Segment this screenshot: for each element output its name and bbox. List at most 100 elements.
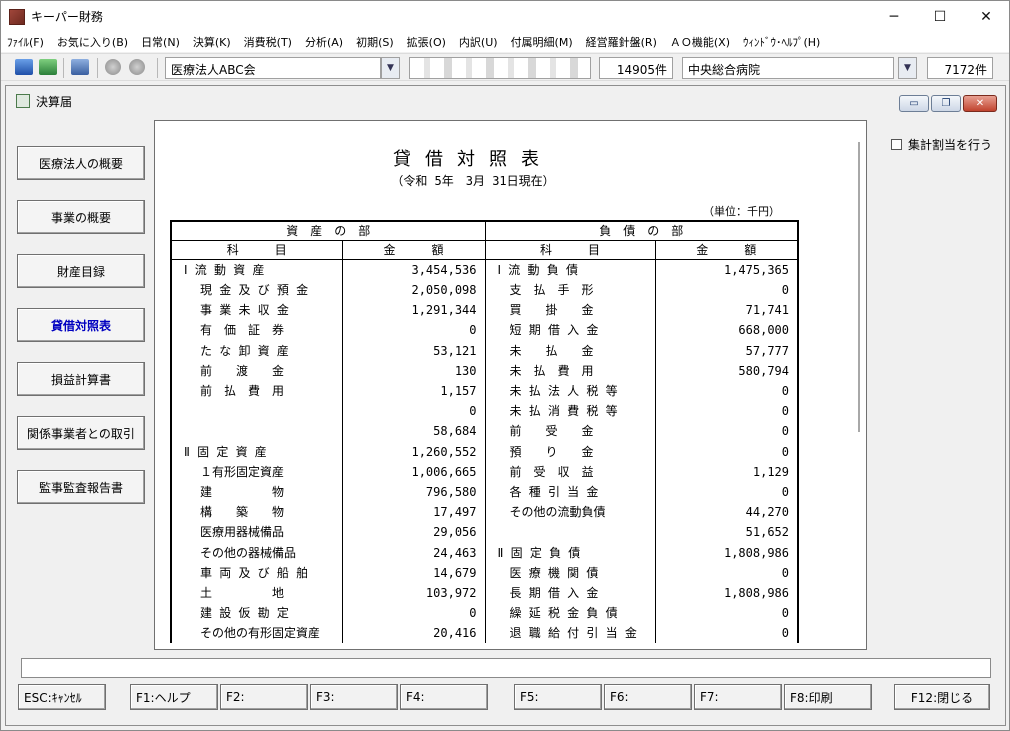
search-next-icon[interactable] bbox=[129, 59, 145, 75]
f2-button[interactable]: F2: bbox=[220, 684, 308, 710]
table-row: 構 築 物 17,497 その他の流動負債 44,270 bbox=[170, 502, 799, 523]
liability-item-cell: 未 払 費 用 bbox=[484, 360, 655, 381]
menu-favorites[interactable]: お気に入り(B) bbox=[57, 34, 128, 50]
menu-window-help[interactable]: ｳｨﾝﾄﾞｳ･ﾍﾙﾌﾟ(H) bbox=[743, 34, 820, 50]
menu-closing[interactable]: 決算(K) bbox=[193, 34, 231, 50]
aggregate-label: 集計割当を行う bbox=[908, 138, 993, 152]
menu-file[interactable]: ﾌｧｲﾙ(F) bbox=[7, 34, 44, 50]
chart-icon[interactable] bbox=[71, 59, 89, 75]
col-asset-item: 科 目 bbox=[170, 240, 343, 260]
asset-amount-cell: 796,580 bbox=[341, 481, 485, 503]
hospital-select[interactable]: 中央総合病院 bbox=[682, 57, 894, 79]
mdi-window-kessan-todoke: 決算届 ▭ ❐ ✕ 医療法人の概要 事業の概要 財産目録 貸借対照表 損益計算書… bbox=[5, 85, 1006, 726]
asset-amount-cell: 24,463 bbox=[341, 542, 485, 563]
liability-item-cell: 前 受 収 益 bbox=[484, 461, 655, 482]
asset-amount-cell: 1,006,665 bbox=[341, 461, 485, 482]
liability-amount-cell: 0 bbox=[654, 421, 799, 442]
asset-amount-cell: 29,056 bbox=[341, 522, 485, 543]
mdi-minimize-button[interactable]: ▭ bbox=[899, 95, 929, 112]
f6-button[interactable]: F6: bbox=[604, 684, 692, 710]
asset-amount-cell: 17,497 bbox=[341, 502, 485, 523]
menu-extension[interactable]: 拡張(O) bbox=[407, 34, 446, 50]
refresh-icon[interactable] bbox=[39, 59, 57, 75]
asset-amount-cell: 103,972 bbox=[341, 582, 485, 603]
menu-analysis[interactable]: 分析(A) bbox=[305, 34, 343, 50]
table-row: 前 払 費 用 1,157 未 払 法 人 税 等0 bbox=[170, 380, 799, 402]
asset-item-cell: その他の器械備品 bbox=[170, 542, 342, 563]
asset-amount-cell: 1,291,344 bbox=[341, 300, 485, 321]
esc-cancel-button[interactable]: ESC:ｷｬﾝｾﾙ bbox=[18, 684, 106, 710]
menu-appendix[interactable]: 付属明細(M) bbox=[511, 34, 573, 50]
mdi-close-button[interactable]: ✕ bbox=[963, 95, 997, 112]
asset-item-cell bbox=[170, 401, 342, 422]
menu-bar: ﾌｧｲﾙ(F) お気に入り(B) 日常(N) 決算(K) 消費税(T) 分析(A… bbox=[1, 32, 1009, 52]
menu-breakdown[interactable]: 内訳(U) bbox=[459, 34, 498, 50]
liability-item-cell: 短 期 借 入 金 bbox=[484, 320, 655, 341]
table-row: 建 設 仮 勘 定0繰 延 税 金 負 債0 bbox=[170, 603, 799, 624]
nav-property-inventory[interactable]: 財産目録 bbox=[17, 254, 145, 288]
close-button[interactable]: ✕ bbox=[963, 1, 1009, 32]
nav-income-statement[interactable]: 損益計算書 bbox=[17, 362, 145, 396]
table-row: 事 業 未 収 金 1,291,344 買 掛 金 71,741 bbox=[170, 300, 799, 321]
search-icon[interactable] bbox=[105, 59, 121, 75]
nav-business-overview[interactable]: 事業の概要 bbox=[17, 200, 145, 234]
asset-item-cell: 事 業 未 収 金 bbox=[170, 300, 342, 321]
status-input[interactable] bbox=[21, 658, 991, 678]
menu-daily[interactable]: 日常(N) bbox=[141, 34, 180, 50]
asset-item-cell: １有形固定資産 bbox=[170, 461, 342, 482]
f1-help-button[interactable]: F1:ヘルプ bbox=[130, 684, 218, 710]
asset-item-cell: その他の有形固定資産 bbox=[170, 623, 342, 644]
table-row: 建 物 796,580 各 種 引 当 金0 bbox=[170, 481, 799, 503]
asset-amount-cell: 53,121 bbox=[341, 340, 485, 361]
nav-balance-sheet[interactable]: 貸借対照表 bbox=[17, 308, 145, 342]
table-row: 医療用器械備品 29,056 51,652 bbox=[170, 522, 799, 543]
liability-amount-cell: 0 bbox=[654, 280, 799, 301]
corporation-select[interactable]: 医療法人ABC会 bbox=[165, 57, 381, 79]
f3-button[interactable]: F3: bbox=[310, 684, 398, 710]
asset-item-cell: 現 金 及 び 預 金 bbox=[170, 280, 342, 301]
scrollbar[interactable] bbox=[858, 142, 860, 432]
nav-audit-report[interactable]: 監事監査報告書 bbox=[17, 470, 145, 504]
menu-compass[interactable]: 経営羅針盤(R) bbox=[586, 34, 657, 50]
hospital-count: 7172件 bbox=[927, 57, 993, 79]
liability-item-cell: Ⅱ 固 定 負 債 bbox=[484, 542, 655, 563]
nav-corporation-overview[interactable]: 医療法人の概要 bbox=[17, 146, 145, 180]
minimize-button[interactable]: ─ bbox=[871, 1, 917, 32]
database-icon[interactable] bbox=[15, 59, 33, 75]
report-date: （令和 5年 3月 31日現在） bbox=[391, 174, 555, 188]
asset-item-cell: 建 物 bbox=[170, 481, 342, 503]
liability-amount-cell: 71,741 bbox=[654, 300, 799, 321]
col-liability-item: 科 目 bbox=[484, 240, 656, 260]
menu-ao[interactable]: ＡＯ機能(X) bbox=[670, 34, 730, 50]
nav-related-transactions[interactable]: 関係事業者との取引 bbox=[17, 416, 145, 450]
menu-consumption-tax[interactable]: 消費税(T) bbox=[244, 34, 292, 50]
maximize-button[interactable]: ☐ bbox=[917, 1, 963, 32]
f8-print-button[interactable]: F8:印刷 bbox=[784, 684, 872, 710]
liability-item-cell: 医 療 機 関 債 bbox=[484, 562, 655, 583]
chevron-down-icon[interactable]: ▼ bbox=[898, 57, 917, 79]
table-row: Ⅰ 流 動 資 産 3,454,536 Ⅰ 流 動 負 債 1,475,365 bbox=[170, 259, 799, 280]
f5-button[interactable]: F5: bbox=[514, 684, 602, 710]
mdi-title: 決算届 bbox=[36, 94, 73, 109]
app-title: キーパー財務 bbox=[31, 10, 103, 24]
f4-button[interactable]: F4: bbox=[400, 684, 488, 710]
liability-amount-cell: 0 bbox=[654, 623, 799, 644]
liability-amount-cell: 0 bbox=[654, 562, 799, 583]
asset-amount-cell: 0 bbox=[341, 401, 485, 422]
table-row: Ⅱ 固 定 資 産 1,260,552 預 り 金0 bbox=[170, 441, 799, 462]
chevron-down-icon[interactable]: ▼ bbox=[381, 57, 400, 79]
f12-close-button[interactable]: F12:閉じる bbox=[894, 684, 990, 710]
asset-item-cell: 構 築 物 bbox=[170, 502, 342, 523]
report-preview: 貸借対照表 （令和 5年 3月 31日現在） （単位：千円） 資 産 の 部 負… bbox=[154, 120, 867, 650]
menu-initial[interactable]: 初期(S) bbox=[356, 34, 394, 50]
aggregate-checkbox[interactable]: 集計割当を行う bbox=[891, 136, 992, 153]
liability-amount-cell: 51,652 bbox=[654, 522, 799, 543]
checkbox-icon[interactable] bbox=[891, 139, 902, 150]
liability-amount-cell: 57,777 bbox=[654, 340, 799, 361]
asset-amount-cell: 1,260,552 bbox=[341, 441, 485, 462]
f7-button[interactable]: F7: bbox=[694, 684, 782, 710]
mdi-restore-button[interactable]: ❐ bbox=[931, 95, 961, 112]
asset-amount-cell: 1,157 bbox=[341, 380, 485, 402]
table-row: その他の有形固定資産 20,416 退 職 給 付 引 当 金0 bbox=[170, 623, 799, 644]
assets-header: 資 産 の 部 bbox=[170, 220, 486, 241]
